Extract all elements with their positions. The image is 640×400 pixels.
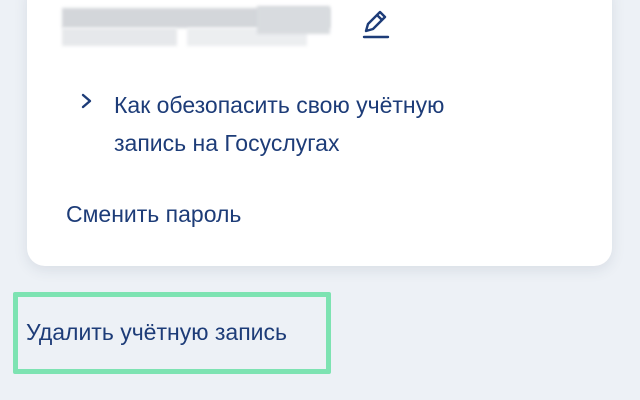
account-security-line-1: Как обезопасить свою учётную (114, 92, 445, 118)
account-security-text: Как обезопасить свою учётную запись на Г… (114, 86, 544, 162)
chevron-right-icon (80, 92, 94, 110)
pencil-icon[interactable] (360, 6, 390, 40)
blur-segment (257, 6, 330, 34)
blur-segment (62, 28, 177, 46)
delete-account-link[interactable]: Удалить учётную запись (26, 316, 287, 348)
account-security-line-2: запись на Госуслугах (114, 130, 340, 156)
screen: Как обезопасить свою учётную запись на Г… (0, 0, 640, 400)
account-security-link[interactable]: Как обезопасить свою учётную запись на Г… (80, 86, 550, 162)
blurred-phone-field (62, 6, 330, 46)
change-password-link[interactable]: Сменить пароль (66, 198, 241, 230)
